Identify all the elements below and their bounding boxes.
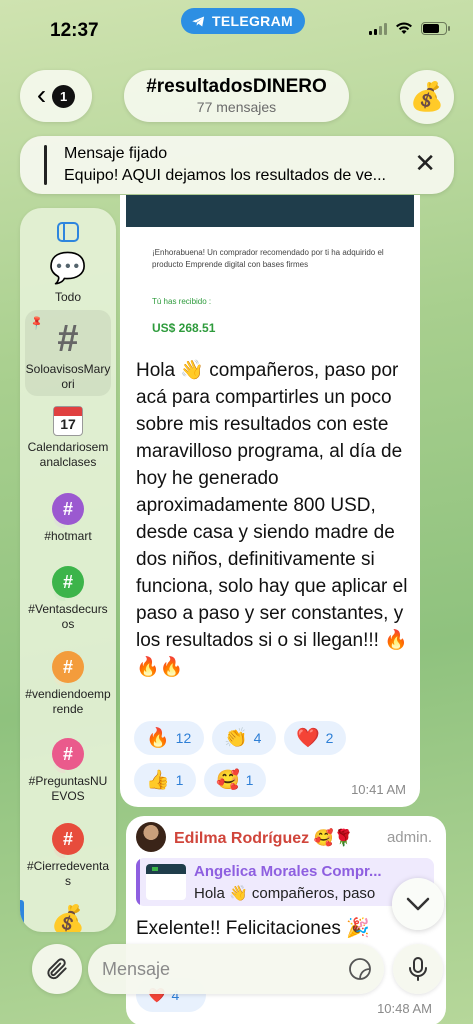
topic-hotmart[interactable]: # #hotmart bbox=[25, 493, 111, 544]
chat-bubbles-icon: 💬 bbox=[49, 252, 87, 285]
chevron-left-icon: ‹ bbox=[36, 78, 47, 110]
paperclip-icon bbox=[47, 958, 67, 980]
moneybag-icon: 💰 bbox=[50, 904, 86, 933]
signal-icon bbox=[369, 22, 387, 35]
chat-title-text: #resultadosDINERO bbox=[146, 76, 327, 97]
image-text: ¡Enhorabuena! Un comprador recomendado p… bbox=[152, 248, 384, 269]
reaction-heart[interactable]: ❤️ 2 bbox=[284, 721, 346, 755]
microphone-button[interactable] bbox=[393, 944, 443, 994]
topic-label: #hotmart bbox=[44, 529, 92, 543]
pinned-message[interactable]: Mensaje fijado Equipo! AQUI dejamos los … bbox=[20, 136, 454, 194]
wifi-icon bbox=[396, 22, 412, 34]
microphone-icon bbox=[409, 957, 427, 981]
reaction-count: 2 bbox=[325, 730, 334, 746]
reply-author: Angelica Morales Compr... bbox=[194, 863, 382, 880]
back-button[interactable]: ‹ 1 bbox=[20, 70, 92, 122]
message-text: Hola 👋 compañeros, paso por acá para com… bbox=[136, 360, 408, 678]
telegram-icon bbox=[192, 16, 205, 26]
chat-avatar[interactable]: 💰 bbox=[400, 70, 454, 124]
reaction-fire[interactable]: 🔥 12 bbox=[134, 721, 204, 755]
status-icons bbox=[369, 22, 450, 35]
reaction-emoji: 👍 bbox=[146, 769, 170, 791]
message-bubble[interactable]: ¡Enhorabuena! Un comprador recomendado p… bbox=[120, 195, 420, 807]
chevron-down-icon bbox=[406, 897, 430, 911]
topic-ventasdecursos[interactable]: # #Ventasdecursos bbox=[25, 566, 111, 632]
topic-label: SoloavisosMaryori bbox=[25, 362, 111, 391]
topic-label: #vendiendoemprende bbox=[25, 687, 111, 716]
reaction-count: 1 bbox=[175, 772, 184, 788]
telegram-pill-label: TELEGRAM bbox=[212, 13, 293, 29]
image-received-label: Tú has recibido : bbox=[152, 297, 212, 306]
pinned-indicator bbox=[44, 145, 47, 185]
reaction-clap[interactable]: 👏 4 bbox=[212, 721, 276, 755]
hash-bubble-icon: # bbox=[52, 493, 84, 525]
attach-button[interactable] bbox=[32, 944, 82, 994]
topic-soloavisos[interactable]: 📌 # SoloavisosMaryori bbox=[25, 310, 111, 396]
topic-label: Calendariosemanalclases bbox=[27, 440, 109, 469]
telegram-pill[interactable]: TELEGRAM bbox=[181, 8, 305, 34]
chat-subtitle: 77 mensajes bbox=[196, 99, 277, 115]
hash-bubble-icon: # bbox=[52, 651, 84, 683]
reaction-count: 12 bbox=[175, 730, 192, 746]
topic-label: #PreguntasNUEVOS bbox=[28, 774, 108, 803]
unread-badge: 1 bbox=[52, 84, 76, 108]
reply-thumbnail bbox=[146, 864, 186, 900]
topic-vendiendoemprende[interactable]: # #vendiendoemprende bbox=[25, 651, 111, 717]
topic-label: #Ventasdecursos bbox=[28, 602, 108, 631]
chat-title[interactable]: #resultadosDINERO 77 mensajes bbox=[124, 70, 349, 122]
reaction-emoji: 🔥 bbox=[146, 727, 170, 749]
topic-todo[interactable]: 💬 Todo bbox=[25, 252, 111, 305]
topic-label: Todo bbox=[54, 290, 82, 304]
topic-calendario[interactable]: 17 Calendariosemanalclases bbox=[25, 406, 111, 470]
reply-bar bbox=[136, 858, 140, 906]
sticker-icon[interactable] bbox=[348, 957, 372, 981]
sidebar-toggle-icon[interactable] bbox=[57, 222, 79, 242]
clock: 12:37 bbox=[50, 20, 99, 41]
image-header-bar bbox=[126, 195, 414, 227]
reply-preview[interactable]: Angelica Morales Compr... Hola 👋 compañe… bbox=[136, 858, 434, 906]
topic-cierredeventas[interactable]: # #Cierredeventas bbox=[25, 823, 111, 889]
message-image[interactable]: ¡Enhorabuena! Un comprador recomendado p… bbox=[126, 195, 414, 345]
reaction-emoji: 🥰 bbox=[216, 769, 240, 791]
reaction-count: 4 bbox=[253, 730, 262, 746]
hash-bubble-icon: # bbox=[52, 738, 84, 770]
topic-label: #Cierredeventas bbox=[26, 859, 110, 888]
hash-bubble-icon: # bbox=[52, 566, 84, 598]
close-icon[interactable]: ✕ bbox=[414, 150, 436, 176]
pinned-label: Mensaje fijado bbox=[64, 145, 168, 162]
avatar[interactable] bbox=[136, 822, 166, 852]
topic-resultadosdinero[interactable]: 💰 bbox=[25, 904, 111, 933]
reaction-emoji: 👏 bbox=[224, 727, 248, 749]
selected-topic-indicator bbox=[20, 900, 24, 926]
image-amount: US$ 268.51 bbox=[152, 321, 216, 335]
topic-preguntasnuevos[interactable]: # #PreguntasNUEVOS bbox=[25, 738, 111, 804]
message-input[interactable] bbox=[88, 944, 384, 994]
message-text: Exelente!! Felicitaciones 🎉 bbox=[136, 918, 370, 939]
reaction-emoji: ❤️ bbox=[296, 727, 320, 749]
reaction-count: 1 bbox=[245, 772, 254, 788]
status-bar: 12:37 TELEGRAM bbox=[0, 0, 473, 60]
message-time: 10:41 AM bbox=[351, 782, 406, 797]
topics-sidebar[interactable]: 💬 Todo 📌 # SoloavisosMaryori 17 Calendar… bbox=[20, 208, 116, 932]
moneybag-icon: 💰 bbox=[409, 81, 445, 112]
hash-bubble-icon: # bbox=[52, 823, 84, 855]
message-author[interactable]: Edilma Rodríguez 🥰🌹 bbox=[174, 828, 353, 848]
composer bbox=[0, 938, 473, 1024]
battery-icon bbox=[421, 22, 450, 35]
reply-text: Hola 👋 compañeros, paso bbox=[194, 885, 376, 902]
reaction-thumbs-up[interactable]: 👍 1 bbox=[134, 763, 196, 797]
calendar-icon: 17 bbox=[53, 406, 83, 436]
pinned-text: Equipo! AQUI dejamos los resultados de v… bbox=[64, 167, 386, 184]
author-role: admin. bbox=[386, 829, 432, 846]
reaction-smiling-hearts[interactable]: 🥰 1 bbox=[204, 763, 266, 797]
scroll-down-button[interactable] bbox=[392, 878, 444, 930]
